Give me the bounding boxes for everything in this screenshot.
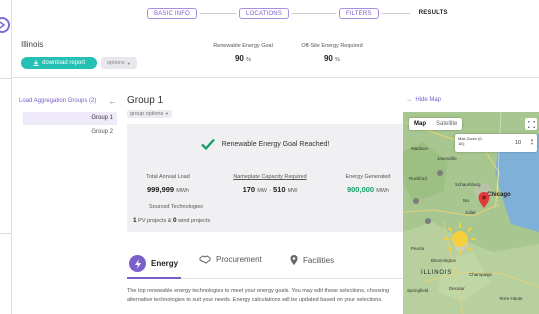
tab-active-indicator — [127, 277, 181, 279]
results-header: Illinois download report options ▼ Renew… — [12, 26, 539, 78]
project-counts: 1 PV projects & 0 wind projects — [133, 217, 211, 224]
step-connector — [292, 12, 337, 14]
facility-marker-icon[interactable] — [478, 192, 490, 208]
map-label-illinois: ILLINOIS — [421, 270, 453, 276]
group-item-1[interactable]: Group 1 — [23, 112, 117, 125]
offsite-required-label: Off-Site Energy Required — [301, 43, 363, 49]
sourced-technologies-label: Sourced Technologies — [149, 204, 204, 210]
nameplate-capacity-value: 170 MW - 510 MW — [242, 185, 298, 194]
map-type-toggle[interactable]: Map Satellite — [409, 118, 463, 130]
renewable-goal-value: 90 % — [234, 54, 252, 63]
main-content: BASIC INFO LOCATIONS FILTERS RESULTS Ill… — [12, 0, 539, 314]
step-basic-info[interactable]: BASIC INFO — [147, 7, 198, 19]
energy-generated-value: 900,000 MWh — [346, 185, 390, 194]
options-label: options — [107, 60, 125, 66]
sun-icon[interactable] — [443, 222, 477, 256]
step-progress: BASIC INFO LOCATIONS FILTERS RESULTS — [147, 6, 454, 20]
map-label-naperville: Na — [463, 198, 469, 203]
handshake-icon — [199, 255, 211, 264]
caret-down-icon: ▼ — [126, 60, 131, 66]
tab-energy-label: Energy — [151, 259, 179, 268]
step-connector — [381, 12, 410, 14]
energy-generated-stat: Energy Generated 900,000 MWh — [333, 174, 403, 194]
step-results[interactable]: RESULTS — [413, 8, 454, 19]
tab-facilities-label: Facilities — [303, 255, 335, 265]
download-report-label: download report — [41, 60, 86, 66]
map-marker-dot[interactable] — [425, 218, 431, 224]
map-type-map[interactable]: Map — [409, 118, 431, 130]
map-type-satellite[interactable]: Satellite — [431, 118, 462, 130]
tab-facilities[interactable]: Facilities — [290, 255, 334, 265]
nameplate-capacity-label[interactable]: Nameplate Capacity Required — [215, 174, 325, 180]
map-label-terre-haute: Terre Haute — [499, 296, 523, 301]
chevron-right-icon — [0, 21, 6, 29]
collapse-toggle-button[interactable] — [0, 17, 10, 33]
checkmark-icon — [200, 138, 215, 150]
group-item-2[interactable]: Group 2 — [23, 126, 117, 139]
hide-map-link[interactable]: → Hide Map — [406, 97, 441, 103]
map-label-chicago: Chicago — [487, 192, 511, 198]
offsite-required-value: 90 % — [323, 54, 341, 63]
map-marker-dot[interactable] — [437, 170, 443, 176]
stepper-icon[interactable]: ▲ ▼ — [530, 138, 534, 146]
map-label-janesville: Janesville — [437, 156, 457, 161]
tab-procurement-label: Procurement — [216, 255, 262, 264]
fullscreen-icon[interactable] — [525, 118, 537, 130]
renewable-goal-metric: Renewable Energy Goal 90 % — [202, 43, 284, 63]
map-label-springfield: Springfield — [407, 288, 429, 293]
state-title: Illinois — [21, 40, 44, 49]
step-locations[interactable]: LOCATIONS — [239, 7, 290, 19]
max-zoom-input[interactable]: 10 — [515, 140, 521, 146]
total-load-stat: Total Annual Load 999,999 MWh — [133, 174, 203, 194]
map-marker-dot[interactable] — [413, 198, 419, 204]
total-load-value: 999,999 MWh — [146, 185, 190, 194]
map-view[interactable]: Map Satellite Max Zoom (0-18): 10 ▲ ▼ Mad… — [403, 112, 539, 314]
left-edge-strip — [0, 0, 12, 314]
group-detail: Group 1 group options ▼ Renewable Energy… — [119, 95, 403, 314]
map-label-rockford: Rockford — [409, 176, 428, 181]
download-report-button[interactable]: download report — [21, 57, 97, 69]
download-icon — [33, 60, 39, 66]
tab-procurement[interactable]: Procurement — [199, 255, 262, 264]
lightning-icon — [129, 255, 146, 272]
goal-reached-banner: Renewable Energy Goal Reached! — [127, 138, 403, 150]
options-dropdown[interactable]: options ▼ — [101, 57, 137, 69]
energy-generated-label: Energy Generated — [345, 174, 391, 180]
groups-heading[interactable]: Load Aggregation Groups (2) — [19, 98, 96, 104]
map-label-joliet: Joliet — [465, 210, 476, 215]
step-connector — [200, 12, 237, 14]
max-zoom-label: Max Zoom (0-18): — [458, 136, 483, 146]
results-summary: Renewable Energy Goal Reached! Total Ann… — [127, 124, 403, 232]
group-options-dropdown[interactable]: group options ▼ — [127, 110, 172, 118]
map-label-decatur: Decatur — [449, 286, 465, 291]
goal-message: Renewable Energy Goal Reached! — [221, 140, 330, 148]
energy-description: The top renewable energy technologies to… — [127, 288, 390, 303]
caret-down-icon: ▼ — [164, 111, 169, 116]
divider — [0, 78, 12, 79]
map-label-bloomington: Bloomington — [431, 258, 457, 263]
map-label-peoria: Peoria — [411, 246, 425, 251]
renewable-goal-label: Renewable Energy Goal — [213, 43, 273, 49]
map-pin-icon — [290, 255, 298, 265]
tab-energy[interactable]: Energy — [129, 255, 178, 272]
detail-tabs: Energy Procurement Facilities — [127, 251, 403, 279]
total-load-label: Total Annual Load — [146, 174, 190, 180]
map-label-schaumburg: Schaumburg — [455, 182, 481, 187]
map-label-champaign: Champaign — [469, 272, 493, 277]
arrow-left-icon[interactable]: ← — [108, 96, 117, 106]
max-zoom-control[interactable]: Max Zoom (0-18): 10 ▲ ▼ — [455, 134, 537, 152]
map-label-madison: Madison — [411, 146, 429, 151]
nameplate-capacity-stat: Nameplate Capacity Required 170 MW - 510… — [215, 174, 325, 194]
step-filters[interactable]: FILTERS — [339, 7, 379, 19]
offsite-required-metric: Off-Site Energy Required 90 % — [287, 43, 377, 63]
divider — [0, 233, 12, 234]
group-title: Group 1 — [127, 95, 164, 106]
